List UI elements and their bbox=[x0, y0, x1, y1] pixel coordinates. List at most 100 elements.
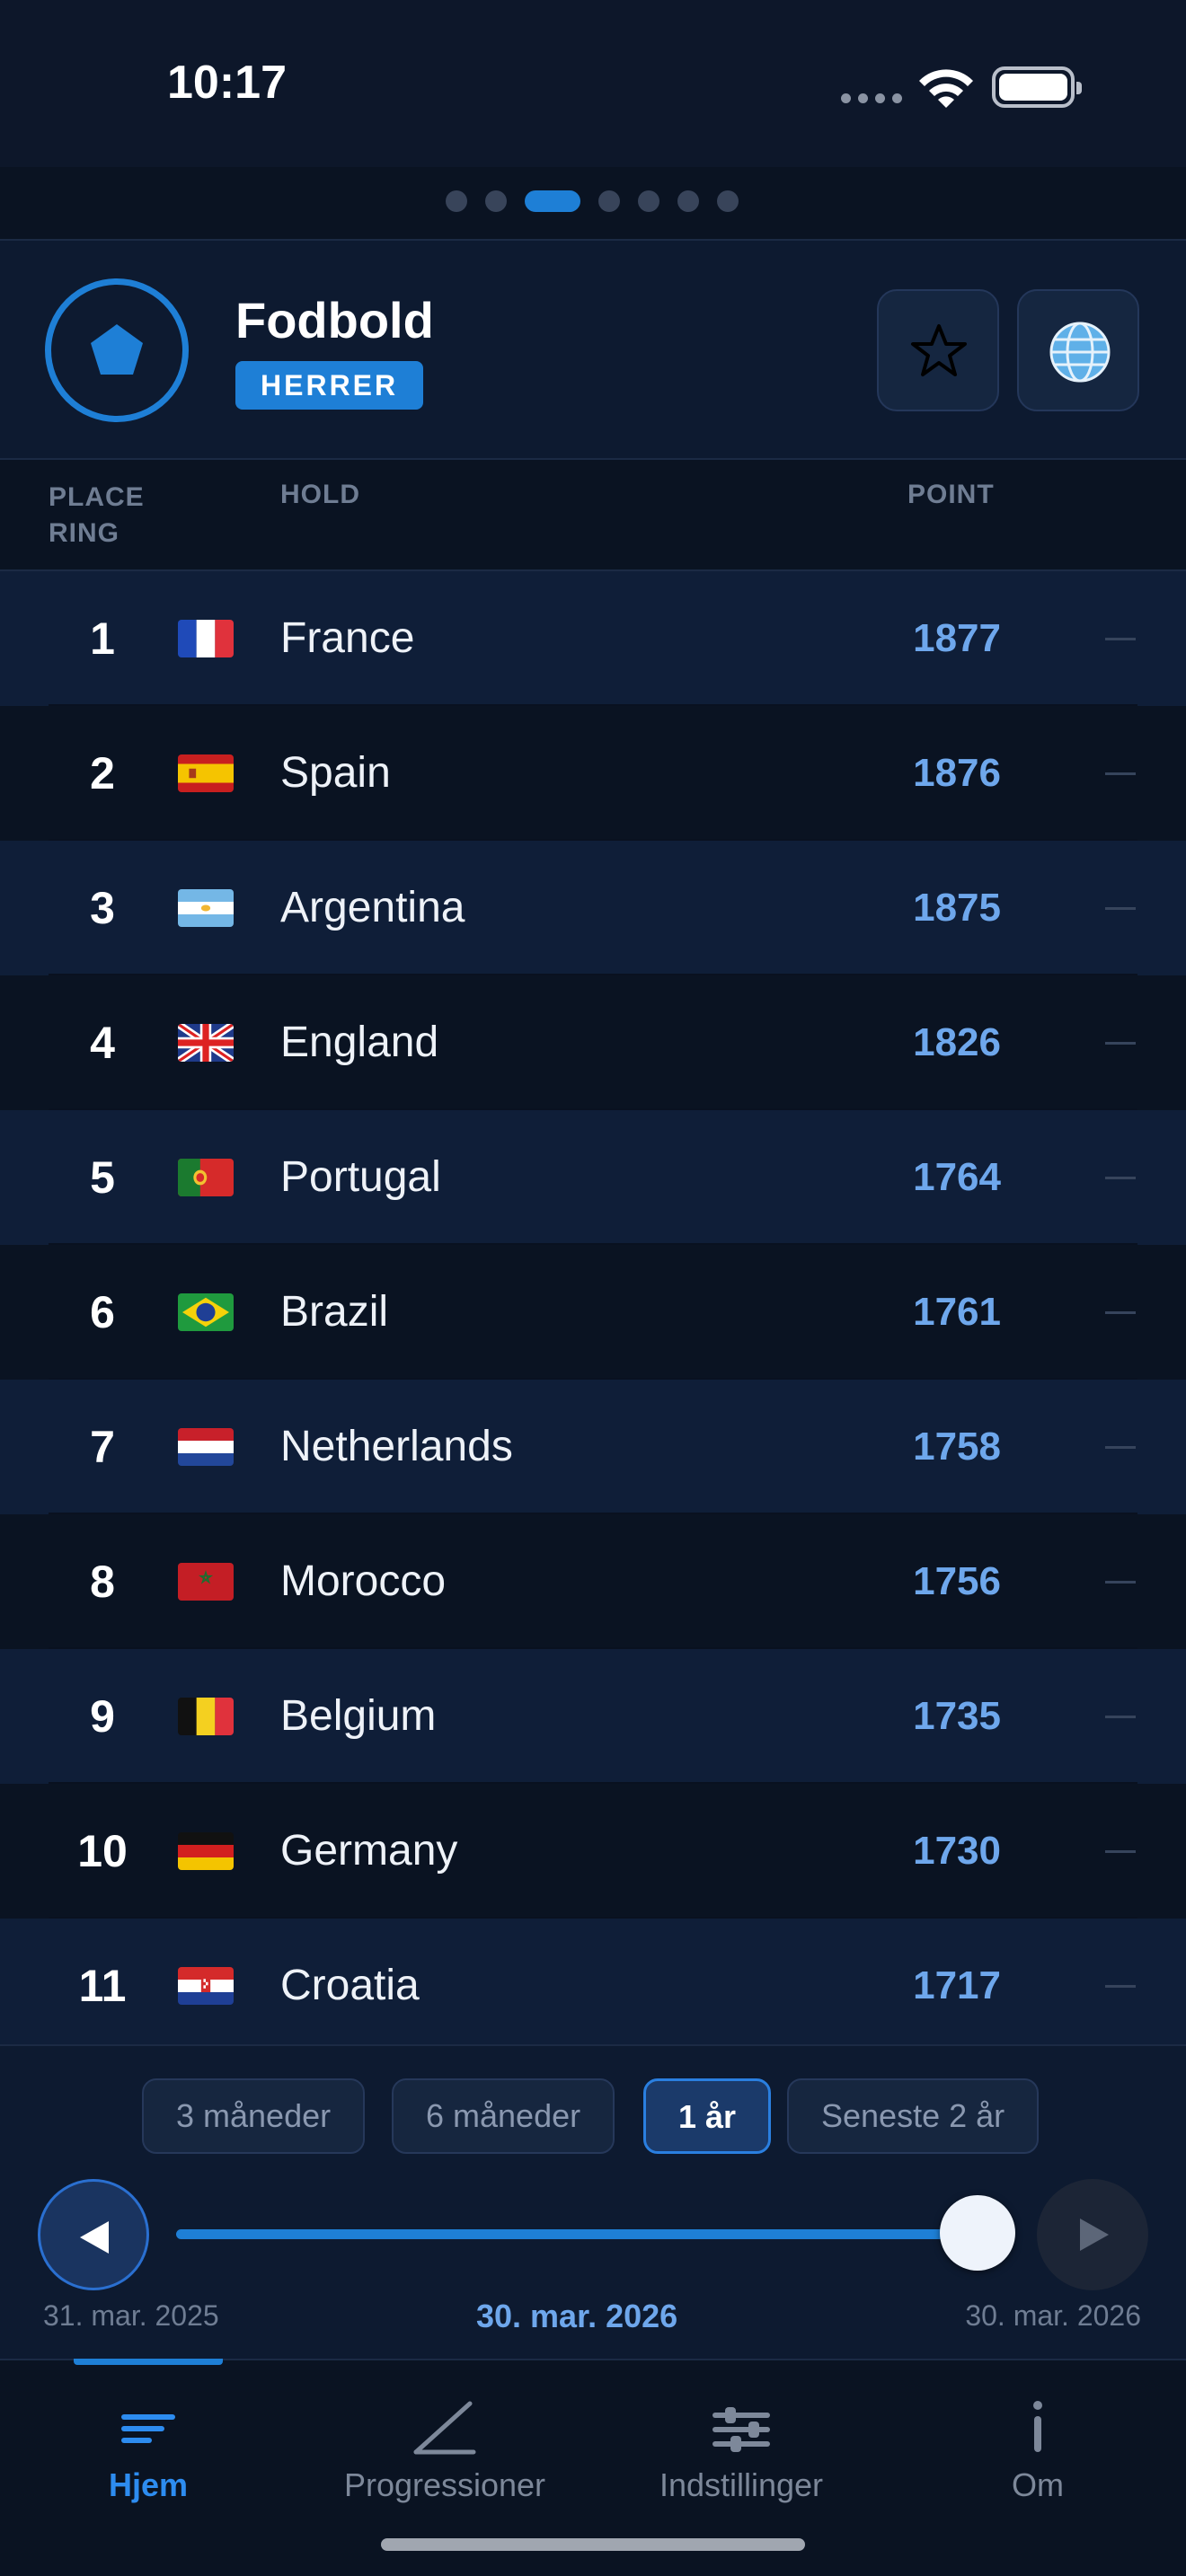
table-row[interactable]: 8 Morocco 1756 bbox=[0, 1514, 1186, 1649]
play-right-icon bbox=[1080, 2219, 1109, 2251]
team-name: Brazil bbox=[280, 1288, 389, 1336]
rank-number: 7 bbox=[90, 1422, 115, 1472]
range-chip[interactable]: 1 år bbox=[643, 2078, 772, 2154]
flag-uk-icon bbox=[178, 1024, 234, 1062]
page-title: Fodbold bbox=[235, 292, 434, 348]
team-name: Germany bbox=[280, 1827, 458, 1875]
table-row[interactable]: 1 France 1877 bbox=[0, 571, 1186, 706]
table-row[interactable]: 3 Argentina 1875 bbox=[0, 841, 1186, 975]
rank-number: 3 bbox=[90, 883, 115, 933]
table-row[interactable]: 9 Belgium 1735 bbox=[0, 1649, 1186, 1784]
timeline-slider-track[interactable] bbox=[176, 2229, 978, 2239]
flag-germany-icon bbox=[178, 1832, 234, 1870]
team-name: England bbox=[280, 1019, 439, 1066]
list-lines-icon bbox=[112, 2396, 184, 2459]
rank-number: 5 bbox=[90, 1152, 115, 1203]
timeline-start-date: 31. mar. 2025 bbox=[43, 2299, 219, 2332]
trend-dash-icon bbox=[1105, 1581, 1136, 1584]
team-points: 1717 bbox=[913, 1963, 1001, 2007]
page-dot[interactable] bbox=[638, 190, 659, 212]
tab-home[interactable]: Hjem bbox=[0, 2396, 296, 2504]
table-header: PLACE RING HOLD POINT bbox=[0, 460, 1186, 571]
team-points: 1876 bbox=[913, 751, 1001, 795]
flag-netherlands-icon bbox=[178, 1428, 234, 1466]
globe-button[interactable] bbox=[1017, 289, 1139, 411]
gender-badge: HERRER bbox=[235, 361, 424, 410]
trend-dash-icon bbox=[1105, 1446, 1136, 1449]
flag-morocco-icon bbox=[178, 1563, 234, 1601]
play-back-button[interactable] bbox=[38, 2179, 149, 2290]
rank-number: 8 bbox=[90, 1557, 115, 1607]
table-row[interactable]: 5 Portugal 1764 bbox=[0, 1110, 1186, 1245]
page-dot[interactable] bbox=[446, 190, 467, 212]
flag-brazil-icon bbox=[178, 1293, 234, 1331]
tab-label: Progressioner bbox=[343, 2466, 546, 2503]
page-dot[interactable] bbox=[598, 190, 620, 212]
rank-number: 6 bbox=[90, 1287, 115, 1337]
rank-number: 11 bbox=[78, 1961, 127, 2011]
tab-label: Indstillinger bbox=[659, 2466, 824, 2503]
timeline-end-date: 30. mar. 2026 bbox=[965, 2299, 1141, 2332]
range-chip[interactable]: 6 måneder bbox=[392, 2078, 615, 2154]
table-row[interactable]: 11 Croatia 1717 bbox=[0, 1919, 1186, 2053]
page-dot[interactable] bbox=[525, 190, 580, 212]
team-name: France bbox=[280, 614, 415, 662]
sliders-icon bbox=[705, 2396, 777, 2459]
timeline-slider-handle[interactable] bbox=[940, 2195, 1015, 2271]
play-forward-button[interactable] bbox=[1037, 2179, 1148, 2290]
rank-number: 1 bbox=[90, 613, 115, 664]
info-icon bbox=[1002, 2396, 1074, 2459]
wifi-icon bbox=[919, 69, 973, 108]
home-indicator bbox=[381, 2538, 805, 2551]
sport-header: Fodbold HERRER bbox=[0, 239, 1186, 460]
trend-dash-icon bbox=[1105, 1177, 1136, 1179]
range-chip[interactable]: Seneste 2 år bbox=[787, 2078, 1040, 2154]
trend-dash-icon bbox=[1105, 1311, 1136, 1314]
team-points: 1826 bbox=[913, 1020, 1001, 1064]
team-name: Portugal bbox=[280, 1153, 441, 1201]
team-points: 1877 bbox=[913, 616, 1001, 660]
team-points: 1756 bbox=[913, 1559, 1001, 1603]
favorite-button[interactable] bbox=[877, 289, 999, 411]
tab-progressions[interactable]: Progressioner bbox=[296, 2396, 593, 2504]
team-points: 1761 bbox=[913, 1290, 1001, 1334]
tab-settings[interactable]: Indstillinger bbox=[593, 2396, 890, 2504]
status-bar: 10:17 bbox=[0, 0, 1186, 167]
tab-about[interactable]: Om bbox=[890, 2396, 1186, 2504]
table-row[interactable]: 6 Brazil 1761 bbox=[0, 1245, 1186, 1380]
trend-dash-icon bbox=[1105, 1042, 1136, 1045]
tab-label: Hjem bbox=[108, 2466, 189, 2503]
page-dot[interactable] bbox=[485, 190, 507, 212]
flag-argentina-icon bbox=[178, 889, 234, 927]
team-name: Spain bbox=[280, 749, 391, 797]
play-left-icon bbox=[80, 2221, 109, 2254]
football-pentagon-icon bbox=[45, 278, 189, 422]
table-row[interactable]: 10 Germany 1730 bbox=[0, 1784, 1186, 1919]
team-name: Argentina bbox=[280, 884, 465, 931]
status-time: 10:17 bbox=[167, 57, 287, 109]
trend-dash-icon bbox=[1105, 638, 1136, 640]
active-tab-indicator bbox=[74, 2359, 223, 2365]
page-indicator[interactable] bbox=[0, 167, 1186, 239]
trend-dash-icon bbox=[1105, 1985, 1136, 1988]
table-row[interactable]: 4 England 1826 bbox=[0, 975, 1186, 1110]
flag-croatia-icon bbox=[178, 1967, 234, 2005]
flag-portugal-icon bbox=[178, 1159, 234, 1196]
flag-france-icon bbox=[178, 620, 234, 657]
team-points: 1764 bbox=[913, 1155, 1001, 1199]
table-row[interactable]: 2 Spain 1876 bbox=[0, 706, 1186, 841]
tab-label: Om bbox=[1012, 2466, 1064, 2503]
cellular-signal-icon bbox=[841, 93, 902, 106]
globe-icon bbox=[1049, 322, 1111, 383]
trend-dash-icon bbox=[1105, 907, 1136, 910]
trend-dash-icon bbox=[1105, 772, 1136, 775]
trend-dash-icon bbox=[1105, 1850, 1136, 1853]
battery-icon bbox=[992, 66, 1082, 108]
page-dot[interactable] bbox=[717, 190, 739, 212]
column-header-team: HOLD bbox=[280, 480, 360, 509]
table-row[interactable]: 7 Netherlands 1758 bbox=[0, 1380, 1186, 1514]
page-dot[interactable] bbox=[677, 190, 699, 212]
rank-number: 9 bbox=[90, 1691, 115, 1742]
range-chip[interactable]: 3 måneder bbox=[142, 2078, 366, 2154]
trend-line-icon bbox=[409, 2396, 481, 2459]
